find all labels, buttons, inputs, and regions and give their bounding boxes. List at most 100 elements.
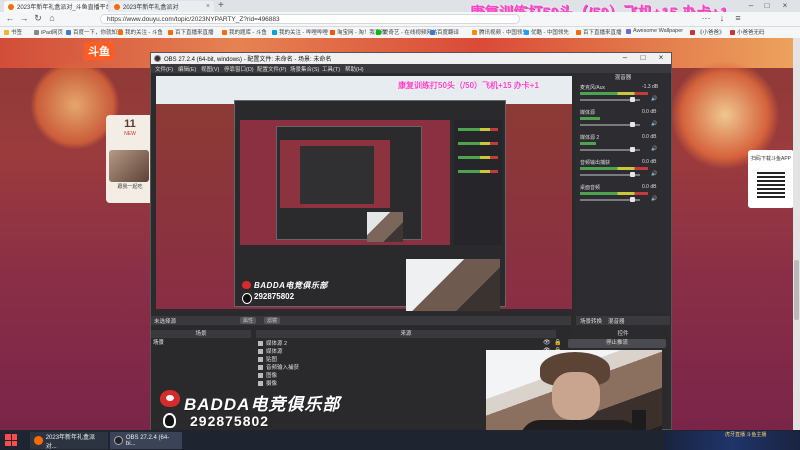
- source-list-item[interactable]: 音频输入捕获: [258, 363, 299, 371]
- weibo-icon: [242, 281, 251, 289]
- mixer-mute-icon[interactable]: 🔊: [651, 121, 657, 127]
- forward-icon[interactable]: →: [18, 13, 30, 23]
- bookmark-item[interactable]: 腾讯视频 - 中国领先: [472, 28, 528, 36]
- qr-code[interactable]: [757, 170, 785, 198]
- mixer-channel-label: 麦克风/Aux: [580, 85, 606, 91]
- tencent-video-icon: [472, 29, 477, 35]
- menu-icon[interactable]: ≡: [732, 13, 744, 23]
- nested-obs-window-3: [300, 146, 374, 204]
- media-source-icon: [258, 340, 263, 346]
- image-icon: [258, 372, 263, 378]
- bookmark-item[interactable]: iPad网页: [34, 28, 63, 36]
- properties-button[interactable]: 属性: [240, 317, 257, 324]
- nested-overlay-banner: 康复训练打50头（/50）飞机+15 办卡+1: [398, 81, 539, 90]
- taskbar-item-browser[interactable]: 2023年新年礼盒派对...: [30, 432, 108, 450]
- youku-icon: [524, 29, 529, 35]
- mixer-volume-knob[interactable]: [630, 197, 635, 202]
- day-count: 11: [124, 118, 136, 130]
- iqiyi-icon: [376, 29, 381, 35]
- bookmark-item[interactable]: Awesome Wallpaper: [626, 28, 683, 34]
- douyu-icon: [576, 29, 581, 35]
- browser-tab-1[interactable]: 2023年新年礼盒派对_斗鱼直播平台 ×: [4, 1, 108, 12]
- bookmark-item[interactable]: 小爸爸无码: [730, 28, 765, 36]
- bookmark-item[interactable]: 《小爸爸》: [690, 28, 725, 36]
- filters-button[interactable]: 滤镜: [264, 317, 281, 324]
- bookmark-item[interactable]: 百度翻译: [430, 28, 459, 36]
- obs-menu-profile[interactable]: 配置文件(P): [257, 65, 286, 73]
- home-icon[interactable]: ⌂: [46, 13, 58, 23]
- start-icon[interactable]: [5, 434, 17, 446]
- new-tab-icon[interactable]: +: [218, 0, 224, 11]
- mixer-volume-knob[interactable]: [630, 172, 635, 177]
- tab-audio-mixer[interactable]: 混音器: [608, 317, 625, 325]
- bookmark-item[interactable]: 我的题库 - 斗鱼: [222, 28, 267, 36]
- address-input[interactable]: https://www.douyu.com/topic/2023NYPARTY_…: [100, 14, 520, 24]
- avatar[interactable]: [109, 150, 149, 182]
- bookmark-item[interactable]: 优酷 - 中国领先: [524, 28, 569, 36]
- download-icon[interactable]: ↓: [716, 13, 728, 23]
- mixer-volume-knob[interactable]: [630, 97, 635, 102]
- bookmark-item[interactable]: 百下直播来直播: [168, 28, 214, 36]
- mixer-mute-icon[interactable]: 🔊: [651, 196, 657, 202]
- maximize-icon[interactable]: □: [760, 1, 774, 10]
- browser-icon: [34, 436, 43, 445]
- page-scrollbar-thumb[interactable]: [794, 260, 799, 320]
- source-list-item[interactable]: 摄像: [258, 379, 277, 387]
- visibility-eye-icon[interactable]: 👁: [543, 339, 551, 346]
- obs-minimize-icon[interactable]: –: [618, 53, 632, 62]
- mixer-volume-knob[interactable]: [630, 122, 635, 127]
- mixer-mute-icon[interactable]: 🔊: [651, 96, 657, 102]
- douyu-icon: [222, 29, 227, 35]
- obs-menu-tools[interactable]: 工具(T): [322, 65, 340, 73]
- douyu-favicon-icon: [8, 3, 14, 10]
- obs-menu-file[interactable]: 文件(F): [155, 65, 173, 73]
- source-list-item[interactable]: 媒体源: [258, 347, 283, 355]
- obs-menu-help[interactable]: 帮助(H): [345, 65, 364, 73]
- nested-mixer: [454, 120, 502, 245]
- source-list-item[interactable]: 贴图: [258, 355, 277, 363]
- taskbar-ad-text: 虎牙直播 斗鱼主播: [725, 432, 767, 438]
- page-scrollbar[interactable]: [793, 38, 800, 430]
- obs-menu-edit[interactable]: 编辑(E): [178, 65, 196, 73]
- bookmark-item[interactable]: 百下直播来直播: [576, 28, 622, 36]
- tab-scene-transitions[interactable]: 场景转换: [580, 317, 602, 325]
- extensions-icon[interactable]: ⋯: [700, 13, 712, 24]
- mixer-channel-db: 0.0 dB: [642, 184, 657, 190]
- browser-tab-2[interactable]: 2023年新年礼盒派对 ×: [110, 1, 214, 12]
- source-list-item[interactable]: 图像: [258, 371, 277, 379]
- close-window-icon[interactable]: ×: [778, 1, 792, 10]
- video-icon: [730, 29, 735, 35]
- mixer-mute-icon[interactable]: 🔊: [651, 171, 657, 177]
- source-list-item[interactable]: 媒体源 2: [258, 339, 287, 347]
- scene-list-item[interactable]: 场景: [151, 339, 251, 347]
- obs-maximize-icon[interactable]: □: [636, 53, 650, 62]
- mixer-channel-label: 媒体源 2: [580, 135, 600, 141]
- close-tab-icon[interactable]: ×: [206, 3, 210, 10]
- reload-icon[interactable]: ↻: [32, 13, 44, 24]
- bookmark-item[interactable]: 我的关注 - 哔哩哔哩: [272, 28, 328, 36]
- bookmark-item[interactable]: 书签: [4, 28, 22, 36]
- nested-webcam: [367, 212, 403, 242]
- mixer-mute-icon[interactable]: 🔊: [651, 146, 657, 152]
- source-toolbar: [151, 316, 571, 325]
- minimize-icon[interactable]: –: [744, 1, 758, 10]
- back-icon[interactable]: ←: [4, 13, 16, 23]
- bookmark-item[interactable]: 百度一下，你就知道: [66, 28, 123, 36]
- obs-icon: [114, 436, 123, 445]
- mixer-channel-label: 音频输出捕获: [580, 160, 611, 166]
- mixer-volume-knob[interactable]: [630, 147, 635, 152]
- obs-close-icon[interactable]: ×: [654, 53, 668, 62]
- obs-title: OBS 27.2.4 (64-bit, windows) - 配置文件: 未命名…: [164, 57, 332, 63]
- obs-menu-view[interactable]: 视图(V): [201, 65, 219, 73]
- nested-club-logo-text: BADDA电竞俱乐部: [254, 281, 328, 290]
- obs-menu-scene-collection[interactable]: 场景集合(S): [290, 65, 319, 73]
- bookmark-item[interactable]: 我的关注 - 斗鱼: [118, 28, 163, 36]
- mixer-channel-db: 0.0 dB: [642, 159, 657, 165]
- lock-icon[interactable]: 🔒: [554, 339, 561, 346]
- stop-streaming-button[interactable]: 停止推流: [568, 339, 666, 348]
- douyu-logo[interactable]: 斗鱼: [84, 42, 114, 60]
- day-sub-label: NEW: [124, 131, 136, 137]
- obs-menu-docks[interactable]: 停靠窗口(D): [224, 65, 254, 73]
- bookmark-item[interactable]: 爱奇艺 - 在线视频网站: [376, 28, 437, 36]
- taskbar-item-obs[interactable]: OBS 27.2.4 (64-bi...: [110, 432, 182, 449]
